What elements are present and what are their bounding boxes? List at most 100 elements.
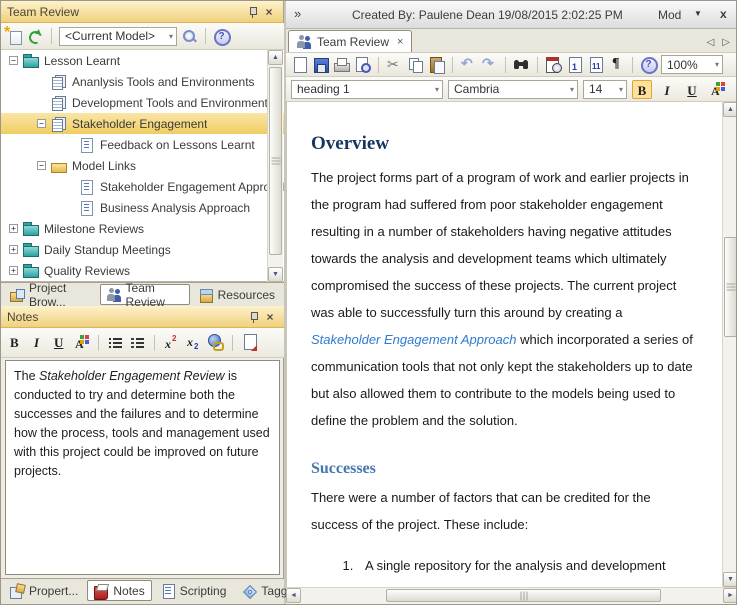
scroll-down-button[interactable]: ▼ bbox=[268, 267, 283, 282]
bold-icon[interactable] bbox=[7, 334, 24, 351]
pin-button[interactable] bbox=[245, 4, 261, 20]
italic-icon[interactable] bbox=[29, 334, 46, 351]
expand-icon[interactable]: + bbox=[9, 224, 18, 233]
font-color-button[interactable] bbox=[707, 80, 727, 99]
tree-item[interactable]: −Lesson Learnt bbox=[1, 50, 284, 71]
tree-item[interactable]: −Stakeholder Engagement bbox=[1, 113, 284, 134]
paste-icon[interactable] bbox=[428, 56, 445, 73]
copy-icon[interactable] bbox=[407, 56, 424, 73]
folder-icon bbox=[23, 54, 39, 68]
superscript-icon[interactable] bbox=[163, 334, 180, 351]
left-tabstrip: Project Brow... Team Review Resources bbox=[1, 282, 284, 306]
collapse-icon[interactable]: − bbox=[9, 56, 18, 65]
nav-next-icon[interactable]: ▷ bbox=[722, 37, 730, 48]
tab-team-review[interactable]: Team Review bbox=[100, 284, 190, 305]
refresh-icon[interactable] bbox=[27, 28, 44, 45]
page-number-icon[interactable] bbox=[566, 56, 583, 73]
chevron-double-icon[interactable]: » bbox=[294, 6, 301, 21]
insert-date-icon[interactable] bbox=[545, 56, 562, 73]
scroll-up-button[interactable]: ▲ bbox=[723, 102, 737, 117]
team-review-panel-title: Team Review bbox=[7, 5, 245, 19]
italic-button[interactable]: I bbox=[657, 80, 677, 99]
page-count-icon[interactable] bbox=[587, 56, 604, 73]
close-panel-button[interactable]: × bbox=[261, 4, 277, 20]
bold-button[interactable]: B bbox=[632, 80, 652, 99]
print-icon[interactable] bbox=[333, 56, 350, 73]
new-doc-icon[interactable] bbox=[291, 56, 308, 73]
close-document-button[interactable]: x bbox=[720, 7, 727, 21]
tree-item[interactable]: +Milestone Reviews bbox=[1, 218, 284, 239]
scroll-up-button[interactable]: ▲ bbox=[268, 50, 283, 65]
expand-icon[interactable]: + bbox=[9, 245, 18, 254]
undo-icon[interactable] bbox=[460, 56, 477, 73]
scroll-left-button[interactable]: ◄ bbox=[286, 588, 301, 603]
scroll-down-button[interactable]: ▼ bbox=[723, 572, 737, 587]
notes-text-italic: Stakeholder Engagement Review bbox=[39, 369, 225, 383]
zoom-combo[interactable]: 100% ▾ bbox=[661, 55, 723, 74]
underline-icon[interactable] bbox=[51, 334, 68, 351]
scrollbar-thumb[interactable] bbox=[724, 237, 737, 337]
font-size-combo[interactable]: 14 ▾ bbox=[583, 80, 627, 99]
tab-team-review-document[interactable]: Team Review × bbox=[288, 30, 412, 52]
document-toolbar-icons bbox=[291, 56, 657, 73]
tab-properties[interactable]: Propert... bbox=[3, 580, 85, 601]
expand-icon[interactable]: + bbox=[9, 266, 18, 275]
tab-scripting[interactable]: Scripting bbox=[154, 580, 234, 601]
scrollbar-thumb[interactable] bbox=[269, 67, 282, 255]
application-window: Team Review × <Current Model> ▾ −Lesson … bbox=[0, 0, 737, 605]
scrollbar-thumb[interactable] bbox=[386, 589, 661, 602]
help-icon[interactable] bbox=[640, 56, 657, 73]
tree-item[interactable]: −Feedback on Lessons Learnt bbox=[1, 134, 284, 155]
hyperlink-icon[interactable] bbox=[207, 334, 224, 351]
style-combo[interactable]: heading 1 ▾ bbox=[291, 80, 443, 99]
stakeholder-engagement-approach-link[interactable]: Stakeholder Engagement Approach bbox=[311, 332, 517, 347]
collapse-icon[interactable]: − bbox=[37, 119, 46, 128]
font-size-value: 14 bbox=[589, 82, 614, 96]
font-color-icon[interactable] bbox=[73, 334, 90, 351]
save-icon[interactable] bbox=[312, 56, 329, 73]
tree-vertical-scrollbar[interactable]: ▲ ▼ bbox=[267, 50, 283, 282]
close-tab-icon[interactable]: × bbox=[397, 36, 403, 48]
font-combo[interactable]: Cambria ▾ bbox=[448, 80, 578, 99]
header-dropdown-icon[interactable]: ▼ bbox=[694, 9, 702, 18]
toolbar-separator bbox=[51, 28, 52, 44]
find-icon[interactable] bbox=[513, 56, 530, 73]
document-horizontal-scrollbar[interactable]: ◄ ► bbox=[286, 587, 737, 604]
doc-list-item: A single repository for the analysis and… bbox=[357, 552, 694, 587]
tree-item[interactable]: −Business Analysis Approach bbox=[1, 197, 284, 218]
subscript-icon[interactable] bbox=[185, 334, 202, 351]
model-combo[interactable]: <Current Model> ▾ bbox=[59, 27, 177, 46]
toolbar-separator bbox=[632, 57, 633, 73]
notes-text-area[interactable]: The Stakeholder Engagement Review is con… bbox=[5, 360, 280, 575]
tree-item[interactable]: +Daily Standup Meetings bbox=[1, 239, 284, 260]
help-icon[interactable] bbox=[213, 28, 230, 45]
tree-item[interactable]: −Stakeholder Engagement Approach bbox=[1, 176, 284, 197]
tree-item[interactable]: −Model Links bbox=[1, 155, 284, 176]
bullet-list-icon[interactable] bbox=[107, 334, 124, 351]
insert-document-icon[interactable] bbox=[241, 334, 258, 351]
tab-project-browser[interactable]: Project Brow... bbox=[3, 284, 98, 305]
redo-icon[interactable] bbox=[481, 56, 498, 73]
search-icon[interactable] bbox=[181, 28, 198, 45]
close-panel-button[interactable]: × bbox=[262, 309, 278, 325]
tree-item[interactable]: −Ananlysis Tools and Environments bbox=[1, 71, 284, 92]
preview-icon[interactable] bbox=[354, 56, 371, 73]
underline-button[interactable]: U bbox=[682, 80, 702, 99]
tree-item[interactable]: +Quality Reviews bbox=[1, 260, 284, 281]
scroll-right-button[interactable]: ► bbox=[723, 588, 737, 603]
pilcrow-icon[interactable] bbox=[608, 56, 625, 73]
new-post-icon[interactable] bbox=[6, 28, 23, 45]
tab-resources[interactable]: Resources bbox=[192, 284, 282, 305]
document-editor[interactable]: Overview The project forms part of a pro… bbox=[286, 102, 737, 587]
mail-icon bbox=[51, 159, 67, 173]
tab-notes[interactable]: Notes bbox=[87, 580, 151, 601]
numbered-list-icon[interactable] bbox=[129, 334, 146, 351]
cut-icon[interactable] bbox=[386, 56, 403, 73]
font-value: Cambria bbox=[454, 82, 565, 96]
collapse-icon[interactable]: − bbox=[37, 161, 46, 170]
document-vertical-scrollbar[interactable]: ▲ ▼ bbox=[722, 102, 737, 587]
nav-previous-icon[interactable]: ◁ bbox=[707, 37, 715, 48]
tree-item[interactable]: −Development Tools and Environments bbox=[1, 92, 284, 113]
team-review-toolbar: <Current Model> ▾ bbox=[1, 23, 284, 50]
pin-button[interactable] bbox=[246, 309, 262, 325]
